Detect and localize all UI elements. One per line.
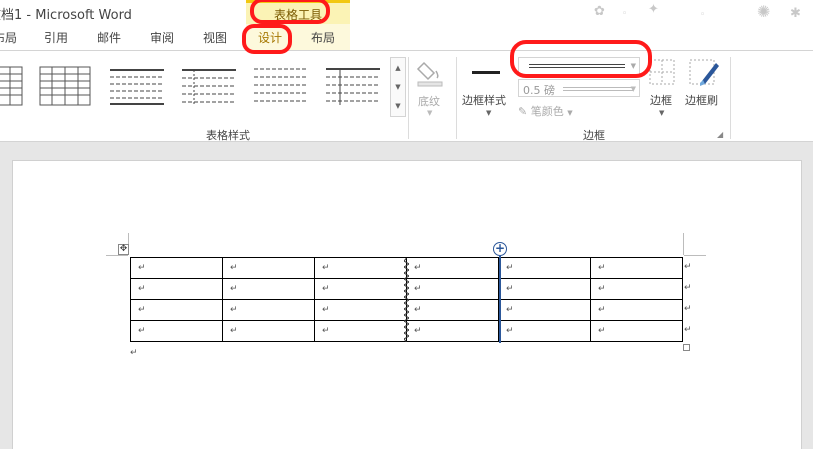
insert-column-indicator	[499, 256, 501, 343]
group-separator	[456, 57, 457, 139]
table-cell[interactable]: ↵	[406, 278, 499, 300]
paint-bucket-icon[interactable]	[416, 57, 444, 87]
line-style-select[interactable]: ▼	[518, 57, 640, 75]
table-cell[interactable]: ↵	[406, 320, 499, 342]
row-end-mark: ↵	[684, 304, 692, 314]
decoration-icon: ◦	[700, 10, 706, 20]
borders-icon[interactable]	[648, 57, 676, 87]
pen-color-label: 笔颜色	[530, 105, 564, 118]
gallery-scrollbar[interactable]: ▲ ▼ ▼	[390, 57, 406, 117]
border-styles-button[interactable]: 边框样式	[462, 92, 506, 108]
double-line-preview	[529, 64, 625, 65]
crop-mark	[683, 233, 684, 255]
group-separator	[730, 57, 731, 139]
decoration-icon: ✱	[790, 6, 801, 21]
border-painter-button[interactable]: 边框刷	[685, 92, 718, 108]
table-cell[interactable]: ↵	[406, 257, 499, 279]
row-end-mark: ↵	[684, 325, 692, 335]
table-style-option[interactable]	[252, 65, 310, 107]
tab-references[interactable]: 引用	[44, 29, 68, 46]
table-cell[interactable]: ↵	[130, 320, 223, 342]
shading-label: 底纹	[418, 95, 440, 108]
tab-view[interactable]: 视图	[203, 29, 227, 46]
row-end-mark: ↵	[684, 283, 692, 293]
tab-table-layout[interactable]: 布局	[311, 29, 335, 46]
window-title: 文档1 - Microsoft Word	[0, 8, 132, 23]
table-cell[interactable]: ↵	[590, 257, 683, 279]
gallery-up-icon[interactable]: ▲	[391, 58, 405, 78]
table-cell[interactable]: ↵	[314, 320, 407, 342]
contextual-tab-group-label: 表格工具	[273, 8, 322, 22]
table-cell[interactable]: ↵	[222, 257, 315, 279]
border-style-icon[interactable]	[472, 71, 500, 74]
table-cell[interactable]: ↵	[314, 278, 407, 300]
table-cell[interactable]: ↵	[590, 320, 683, 342]
table-cell[interactable]: ↵	[590, 299, 683, 321]
chevron-down-icon[interactable]: ▼	[427, 109, 432, 117]
chevron-down-icon[interactable]: ▼	[631, 85, 636, 93]
insert-column-button[interactable]: +	[493, 242, 507, 256]
table-style-option[interactable]	[324, 65, 382, 107]
chevron-down-icon[interactable]: ▼	[659, 109, 664, 117]
table-cell[interactable]: ↵	[406, 299, 499, 321]
border-painter-icon[interactable]	[688, 57, 720, 87]
pen-icon: ✎	[518, 105, 528, 118]
decoration-icon: ✦	[648, 2, 659, 17]
tab-design[interactable]: 设计	[258, 29, 282, 46]
table-cell[interactable]: ↵	[130, 299, 223, 321]
table-cell[interactable]: ↵	[130, 257, 223, 279]
table-cell[interactable]: ↵	[498, 320, 591, 342]
tab-mailings[interactable]: 邮件	[97, 29, 121, 46]
gallery-down-icon[interactable]: ▼	[391, 77, 405, 97]
paragraph-mark: ↵	[130, 348, 138, 358]
table-cell[interactable]: ↵	[314, 299, 407, 321]
tab-page-layout[interactable]: 布局	[0, 29, 17, 46]
dialog-launcher-icon[interactable]: ◢	[717, 130, 723, 139]
group-label-table-styles: 表格样式	[206, 129, 250, 142]
double-line-preview	[529, 67, 625, 68]
table-cell[interactable]: ↵	[222, 320, 315, 342]
table-style-option[interactable]	[108, 65, 166, 107]
chevron-down-icon: ▼	[567, 109, 573, 117]
borders-button[interactable]: 边框	[650, 92, 672, 108]
table-style-option[interactable]	[180, 65, 238, 107]
table-resize-handle[interactable]	[683, 344, 690, 351]
table-cell[interactable]: ↵	[222, 278, 315, 300]
decoration-icon: ✿	[594, 4, 605, 19]
crop-mark	[106, 255, 128, 256]
line-weight-preview	[563, 87, 633, 88]
contextual-tab-group: 表格工具	[246, 0, 350, 24]
split-cell-marker	[404, 258, 409, 342]
row-end-mark: ↵	[684, 262, 692, 272]
table-move-handle-icon[interactable]: ✥	[118, 244, 129, 255]
tab-review[interactable]: 审阅	[150, 29, 174, 46]
decoration-icon: ◦	[622, 9, 628, 19]
table-cell[interactable]: ↵	[590, 278, 683, 300]
table-cell[interactable]: ↵	[130, 278, 223, 300]
gallery-more-icon[interactable]: ▼	[391, 96, 405, 116]
chevron-down-icon[interactable]: ▼	[486, 109, 491, 117]
line-weight-preview	[563, 90, 633, 91]
group-label-borders: 边框	[583, 129, 605, 142]
group-separator	[408, 57, 409, 139]
table-cell[interactable]: ↵	[498, 299, 591, 321]
decoration-icon: ✺	[757, 2, 771, 21]
table-style-option[interactable]	[36, 65, 94, 107]
table-cell[interactable]: ↵	[314, 257, 407, 279]
table-cell[interactable]: ↵	[498, 257, 591, 279]
ribbon-panel: ▲ ▼ ▼ 表格样式 底纹 ▼ 边框样式 ▼ ▼ 0.5 磅 ▼ ✎ 笔颜色 ▼…	[0, 50, 813, 142]
line-weight-select[interactable]: 0.5 磅 ▼	[518, 79, 640, 97]
ribbon-tabs: 布局 引用 邮件 审阅 视图 设计 布局	[0, 24, 813, 50]
line-weight-value: 0.5 磅	[523, 84, 555, 97]
table-cell[interactable]: ↵	[222, 299, 315, 321]
crop-mark	[684, 255, 706, 256]
pen-color-button[interactable]: ✎ 笔颜色 ▼	[518, 103, 573, 119]
title-bar: 文档1 - Microsoft Word 表格工具 ✿ ◦ ✦ ◦ ✺ ✱	[0, 0, 813, 24]
chevron-down-icon[interactable]: ▼	[631, 62, 636, 70]
table-style-option[interactable]	[0, 65, 26, 107]
table-cell[interactable]: ↵	[498, 278, 591, 300]
